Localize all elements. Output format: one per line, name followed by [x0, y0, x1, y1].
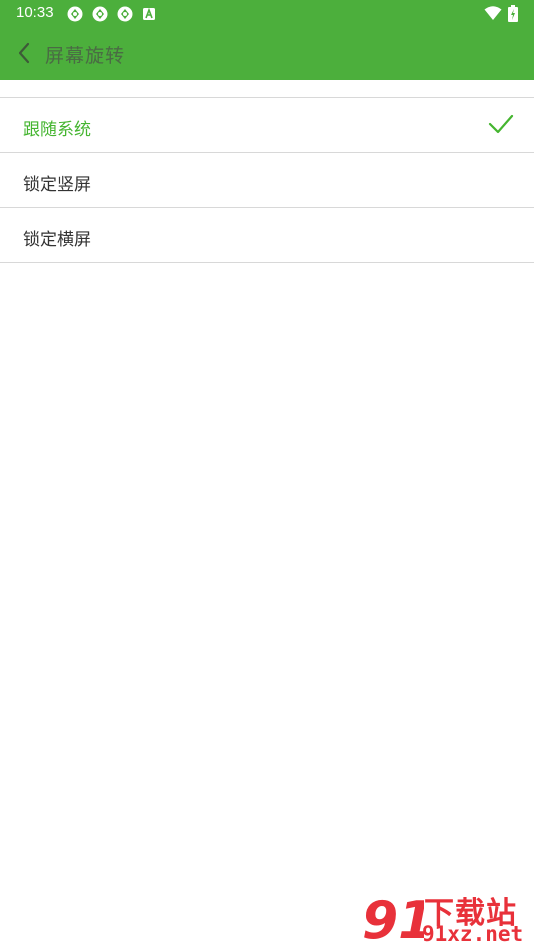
- sync-icon: [92, 6, 108, 22]
- page-title: 屏幕旋转: [45, 45, 126, 67]
- option-follow-system[interactable]: 跟随系统: [0, 98, 534, 153]
- app-bar: 10:33 屏幕旋转: [0, 0, 534, 80]
- option-lock-landscape[interactable]: 锁定横屏: [0, 208, 534, 263]
- option-label: 锁定竖屏: [23, 175, 91, 195]
- rotation-options-list: 跟随系统 锁定竖屏 锁定横屏: [0, 97, 534, 263]
- a-badge-icon: [143, 8, 155, 20]
- watermark-logo: 91: [362, 891, 424, 948]
- watermark-domain: 91xz.net: [422, 922, 524, 946]
- option-lock-portrait[interactable]: 锁定竖屏: [0, 153, 534, 208]
- status-time: 10:33: [16, 4, 54, 21]
- sync-icon: [117, 6, 133, 22]
- chevron-left-icon: [18, 42, 30, 64]
- check-icon: [488, 114, 514, 134]
- option-label: 跟随系统: [23, 120, 91, 140]
- status-bar: 10:33: [0, 0, 534, 28]
- watermark: 91 下载站 91xz.net: [360, 888, 530, 948]
- option-label: 锁定横屏: [23, 230, 91, 250]
- svg-text:91: 91: [362, 891, 424, 948]
- sync-icon: [67, 6, 83, 22]
- wifi-icon: [484, 6, 502, 20]
- back-button[interactable]: [10, 38, 38, 68]
- battery-icon: [508, 5, 518, 22]
